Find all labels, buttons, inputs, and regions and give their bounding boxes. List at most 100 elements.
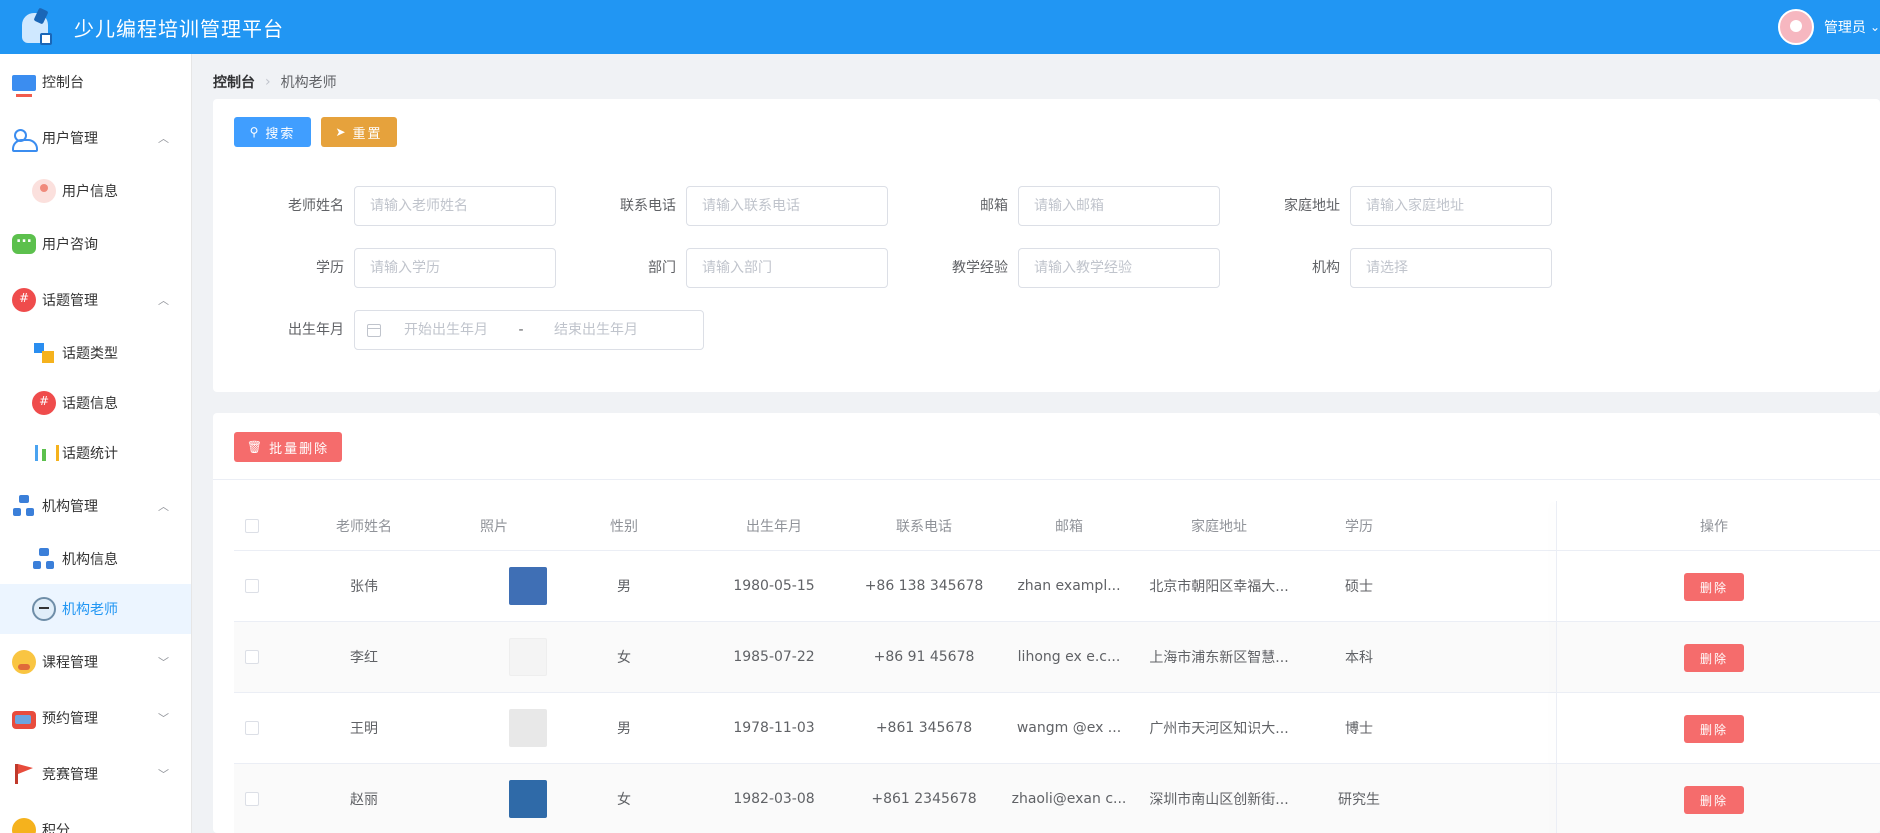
table-row: 王明 男 1978-11-03 +861 345678 wangm @ex ..… xyxy=(234,693,1880,764)
top-header: 少儿编程培训管理平台 管理员 ⌄ xyxy=(0,0,1880,54)
sidebar-item-dashboard[interactable]: 控制台 xyxy=(0,54,191,110)
email-input[interactable] xyxy=(1018,186,1220,226)
address-input[interactable] xyxy=(1350,186,1552,226)
breadcrumb-current: 机构老师 xyxy=(280,75,337,91)
delete-button[interactable]: 删除 xyxy=(1684,715,1744,743)
chevron-down-icon: ﹀ xyxy=(158,656,169,669)
col-birth: 出生年月 xyxy=(746,518,802,535)
department-input[interactable] xyxy=(686,248,888,288)
sidebar-item-user-management[interactable]: 用户管理 ︿ xyxy=(0,110,191,166)
cell-education: 研究生 xyxy=(1338,792,1380,808)
select-all-checkbox[interactable] xyxy=(245,519,259,533)
table-row: 赵丽 女 1982-03-08 +861 2345678 zhaoli@exan… xyxy=(234,764,1880,833)
chevron-down-icon[interactable]: ⌄ xyxy=(1870,20,1880,34)
sidebar-item-contest-management[interactable]: 竞赛管理 ﹀ xyxy=(0,746,191,802)
sidebar-item-topic-stats[interactable]: 话题统计 xyxy=(0,428,191,478)
person-icon xyxy=(32,179,56,203)
cell-email: wangm @ex ... xyxy=(1016,720,1122,736)
name-input[interactable] xyxy=(354,186,556,226)
sidebar-item-course-management[interactable]: 课程管理 ﹀ xyxy=(0,634,191,690)
chevron-up-icon: ︿ xyxy=(158,132,169,145)
sidebar-item-booking-management[interactable]: 预约管理 ﹀ xyxy=(0,690,191,746)
divider xyxy=(213,479,1880,480)
experience-label: 教学经验 xyxy=(952,260,1008,276)
col-action: 操作 xyxy=(1700,518,1728,535)
cell-address: 上海市浦东新区智慧... xyxy=(1149,650,1289,666)
sidebar-item-label: 课程管理 xyxy=(42,655,98,671)
sidebar-item-topic-type[interactable]: 话题类型 xyxy=(0,328,191,378)
teacher-photo[interactable] xyxy=(509,567,547,605)
search-button[interactable]: ⚲ 搜索 xyxy=(234,117,311,147)
sidebar-item-topic-info[interactable]: 话题信息 xyxy=(0,378,191,428)
org-label: 机构 xyxy=(1312,260,1340,276)
sidebar-item-org-management[interactable]: 机构管理 ︿ xyxy=(0,478,191,534)
sidebar-item-label: 用户咨询 xyxy=(42,237,98,253)
teacher-photo[interactable] xyxy=(509,638,547,676)
cell-name: 张伟 xyxy=(350,579,378,595)
row-checkbox[interactable] xyxy=(245,792,259,806)
row-checkbox[interactable] xyxy=(245,650,259,664)
send-icon: ➤ xyxy=(335,125,348,139)
sidebar-item-org-info[interactable]: 机构信息 xyxy=(0,534,191,584)
cell-gender: 女 xyxy=(617,792,631,808)
sidebar-item-topic-management[interactable]: 话题管理 ︿ xyxy=(0,272,191,328)
experience-input[interactable] xyxy=(1018,248,1220,288)
course-icon xyxy=(12,650,36,674)
delete-button[interactable]: 删除 xyxy=(1684,644,1744,672)
user-menu[interactable]: 管理员 ⌄ xyxy=(1777,0,1880,54)
cell-phone: +86 138 345678 xyxy=(864,578,984,594)
teacher-photo[interactable] xyxy=(509,709,547,747)
app-title: 少儿编程培训管理平台 xyxy=(74,16,284,41)
birth-date-range[interactable]: - xyxy=(354,310,704,350)
phone-input[interactable] xyxy=(686,186,888,226)
batch-delete-button[interactable]: 🗑 批量删除 xyxy=(234,432,342,462)
sidebar-item-user-consult[interactable]: 用户咨询 xyxy=(0,216,191,272)
avatar[interactable] xyxy=(1777,9,1814,45)
sidebar-item-user-info[interactable]: 用户信息 xyxy=(0,166,191,216)
cell-name: 王明 xyxy=(350,721,378,737)
search-panel: ⚲搜索 ➤重置 老师姓名 联系电话 邮箱 家庭地址 学历 部门 教学经验 机构 … xyxy=(213,99,1880,392)
education-label: 学历 xyxy=(316,260,344,276)
delete-button[interactable]: 删除 xyxy=(1684,786,1744,814)
search-icon: ⚲ xyxy=(249,125,261,139)
user-name[interactable]: 管理员 xyxy=(1824,17,1866,37)
org-icon xyxy=(32,547,56,571)
cell-email: lihong ex e.c... xyxy=(1017,649,1121,665)
flag-icon xyxy=(12,762,36,786)
education-input[interactable] xyxy=(354,248,556,288)
delete-button[interactable]: 删除 xyxy=(1684,573,1744,601)
sidebar-item-label: 用户信息 xyxy=(62,184,118,200)
row-checkbox[interactable] xyxy=(245,579,259,593)
name-label: 老师姓名 xyxy=(288,198,344,214)
sidebar-item-label: 机构信息 xyxy=(62,552,118,568)
org-select[interactable] xyxy=(1350,248,1552,288)
reset-button[interactable]: ➤ 重置 xyxy=(321,117,397,147)
birth-end-input[interactable] xyxy=(531,322,661,338)
cell-address: 广州市天河区知识大... xyxy=(1149,721,1289,737)
book-icon xyxy=(12,710,36,729)
sidebar-item-points[interactable]: 积分 xyxy=(0,802,191,833)
cell-education: 硕士 xyxy=(1345,579,1373,595)
cell-email: zhan exampl... xyxy=(1017,578,1121,594)
phone-label: 联系电话 xyxy=(620,198,676,214)
address-label: 家庭地址 xyxy=(1284,198,1340,214)
sidebar-item-org-teachers[interactable]: 机构老师 xyxy=(0,584,191,634)
row-checkbox[interactable] xyxy=(245,721,259,735)
cell-education: 本科 xyxy=(1345,650,1373,666)
teacher-photo[interactable] xyxy=(509,780,547,818)
birth-start-input[interactable] xyxy=(381,322,511,338)
sidebar-item-label: 控制台 xyxy=(42,75,84,91)
sidebar-item-label: 用户管理 xyxy=(42,131,98,147)
sidebar-item-label: 话题统计 xyxy=(62,446,118,462)
reset-button-label: 重置 xyxy=(352,126,383,142)
grid-icon xyxy=(32,341,56,365)
breadcrumb-root[interactable]: 控制台 xyxy=(213,72,255,92)
cell-gender: 女 xyxy=(617,650,631,666)
col-email: 邮箱 xyxy=(1055,518,1083,535)
col-phone: 联系电话 xyxy=(896,518,952,535)
sidebar-item-label: 话题信息 xyxy=(62,396,118,412)
monitor-icon xyxy=(12,75,36,97)
fixed-column-divider xyxy=(1556,501,1557,833)
topic-icon xyxy=(12,288,36,312)
chat-icon xyxy=(12,230,36,254)
